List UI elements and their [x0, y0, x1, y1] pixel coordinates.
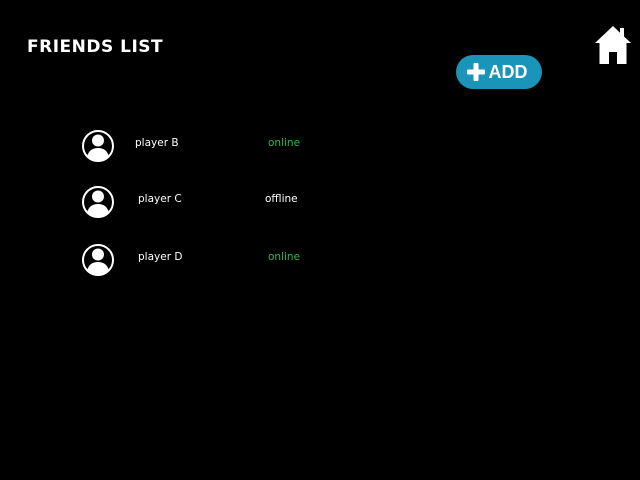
- add-button-label: ADD: [488, 62, 528, 82]
- page-title: Friends List: [27, 37, 164, 57]
- add-friend-button[interactable]: ADD: [456, 55, 542, 89]
- friend-status: online: [268, 251, 301, 263]
- friend-name: player B: [135, 137, 179, 149]
- avatar-icon: [82, 241, 114, 276]
- friend-row: player D online: [82, 241, 322, 281]
- plus-icon: [466, 63, 485, 81]
- home-button[interactable]: [594, 24, 632, 66]
- friend-name: player C: [138, 193, 182, 205]
- friend-row: player B online: [82, 127, 322, 167]
- friend-status: offline: [265, 193, 298, 205]
- friend-name: player D: [138, 251, 183, 263]
- friend-row: player C offline: [82, 183, 322, 223]
- avatar-icon: [82, 183, 114, 218]
- home-icon: [595, 26, 631, 64]
- friend-status: online: [268, 137, 301, 149]
- avatar-icon: [82, 127, 114, 162]
